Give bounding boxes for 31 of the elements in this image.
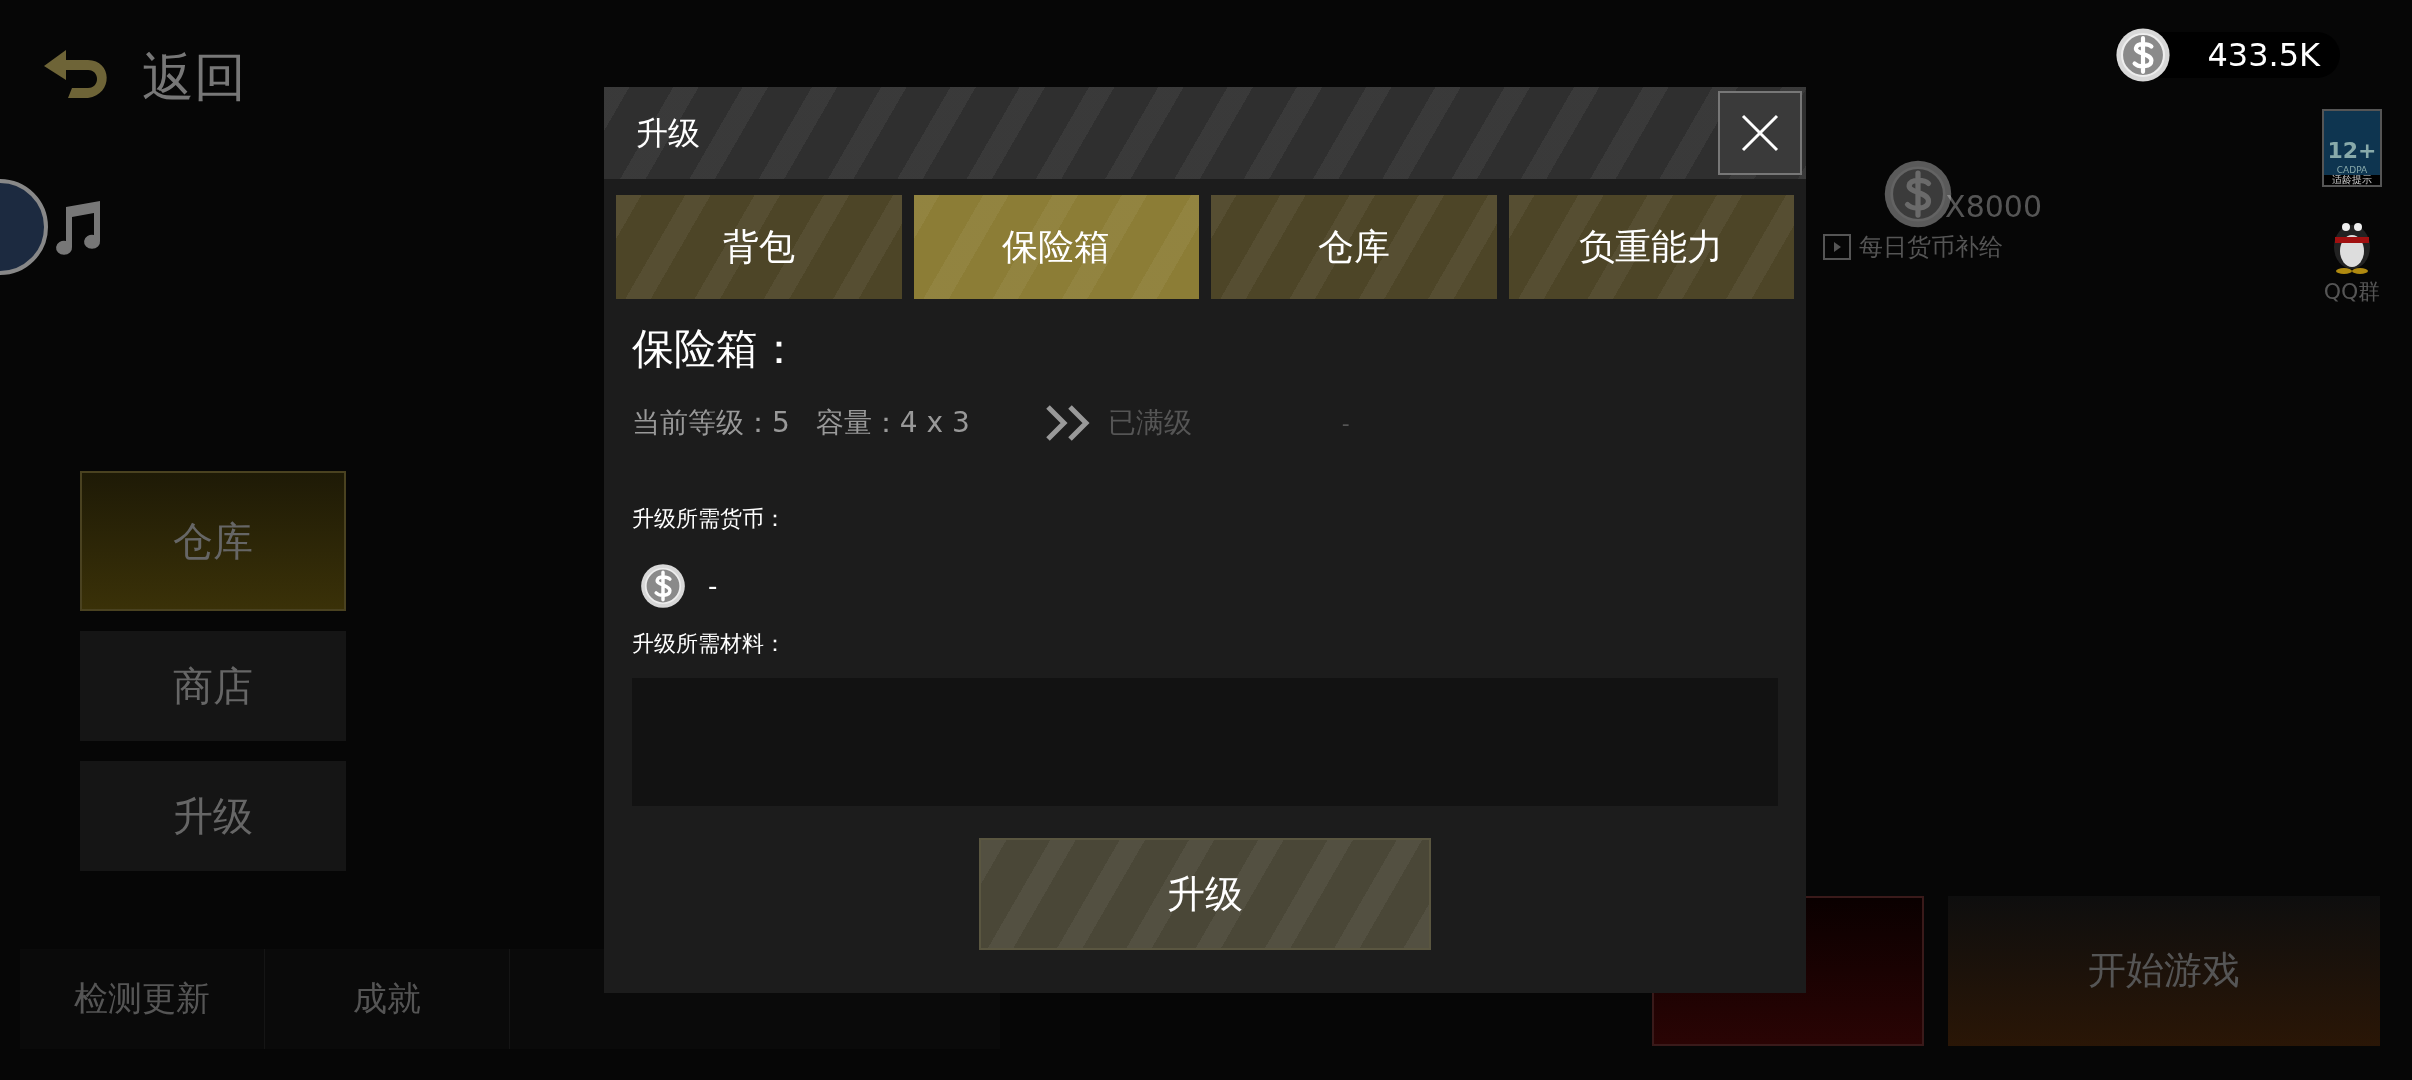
video-icon — [1823, 233, 1852, 260]
side-menu-item[interactable]: 升级 — [80, 760, 346, 871]
start-game-button[interactable]: 开始游戏 — [1948, 895, 2380, 1046]
side-menu-item[interactable]: 商店 — [80, 630, 346, 741]
back-label[interactable]: 返回 — [142, 38, 246, 116]
close-icon — [1740, 113, 1780, 153]
materials-label: 升级所需材料： — [632, 630, 787, 658]
bottom-menu-item[interactable]: 成就 — [265, 948, 510, 1049]
age-rating-badge: 12+ CADPA 适龄提示 — [2322, 108, 2382, 187]
next-capacity: - — [1341, 409, 1350, 438]
daily-supply-label[interactable]: 每日货币补给 — [1859, 228, 2004, 265]
double-chevron-icon — [1043, 403, 1092, 443]
bottom-menu-item[interactable]: 检测更新 — [20, 948, 265, 1049]
section-title: 保险箱： — [632, 323, 801, 375]
coin-icon — [640, 563, 686, 609]
currency-label: 升级所需货币： — [632, 505, 787, 533]
daily-supply-amount: X8000 — [1945, 187, 2042, 226]
capacity: 容量：4 x 3 — [815, 405, 970, 441]
dialog-tab[interactable]: 负重能力 — [1508, 195, 1794, 299]
upgrade-button[interactable]: 升级 — [979, 838, 1431, 950]
dialog-tab[interactable]: 背包 — [616, 195, 902, 299]
close-button[interactable] — [1718, 91, 1802, 175]
current-level: 当前等级：5 — [632, 405, 790, 441]
qq-group-label[interactable]: QQ群 — [2323, 274, 2381, 308]
currency-cost: - — [708, 569, 718, 603]
dialog-title: 升级 — [636, 113, 700, 154]
coin-icon — [2115, 27, 2172, 83]
next-level: 已满级 — [1107, 405, 1192, 441]
dialog-tab[interactable]: 仓库 — [1211, 195, 1497, 299]
dialog-tab[interactable]: 保险箱 — [913, 195, 1199, 299]
side-menu-item[interactable]: 仓库 — [80, 470, 346, 611]
